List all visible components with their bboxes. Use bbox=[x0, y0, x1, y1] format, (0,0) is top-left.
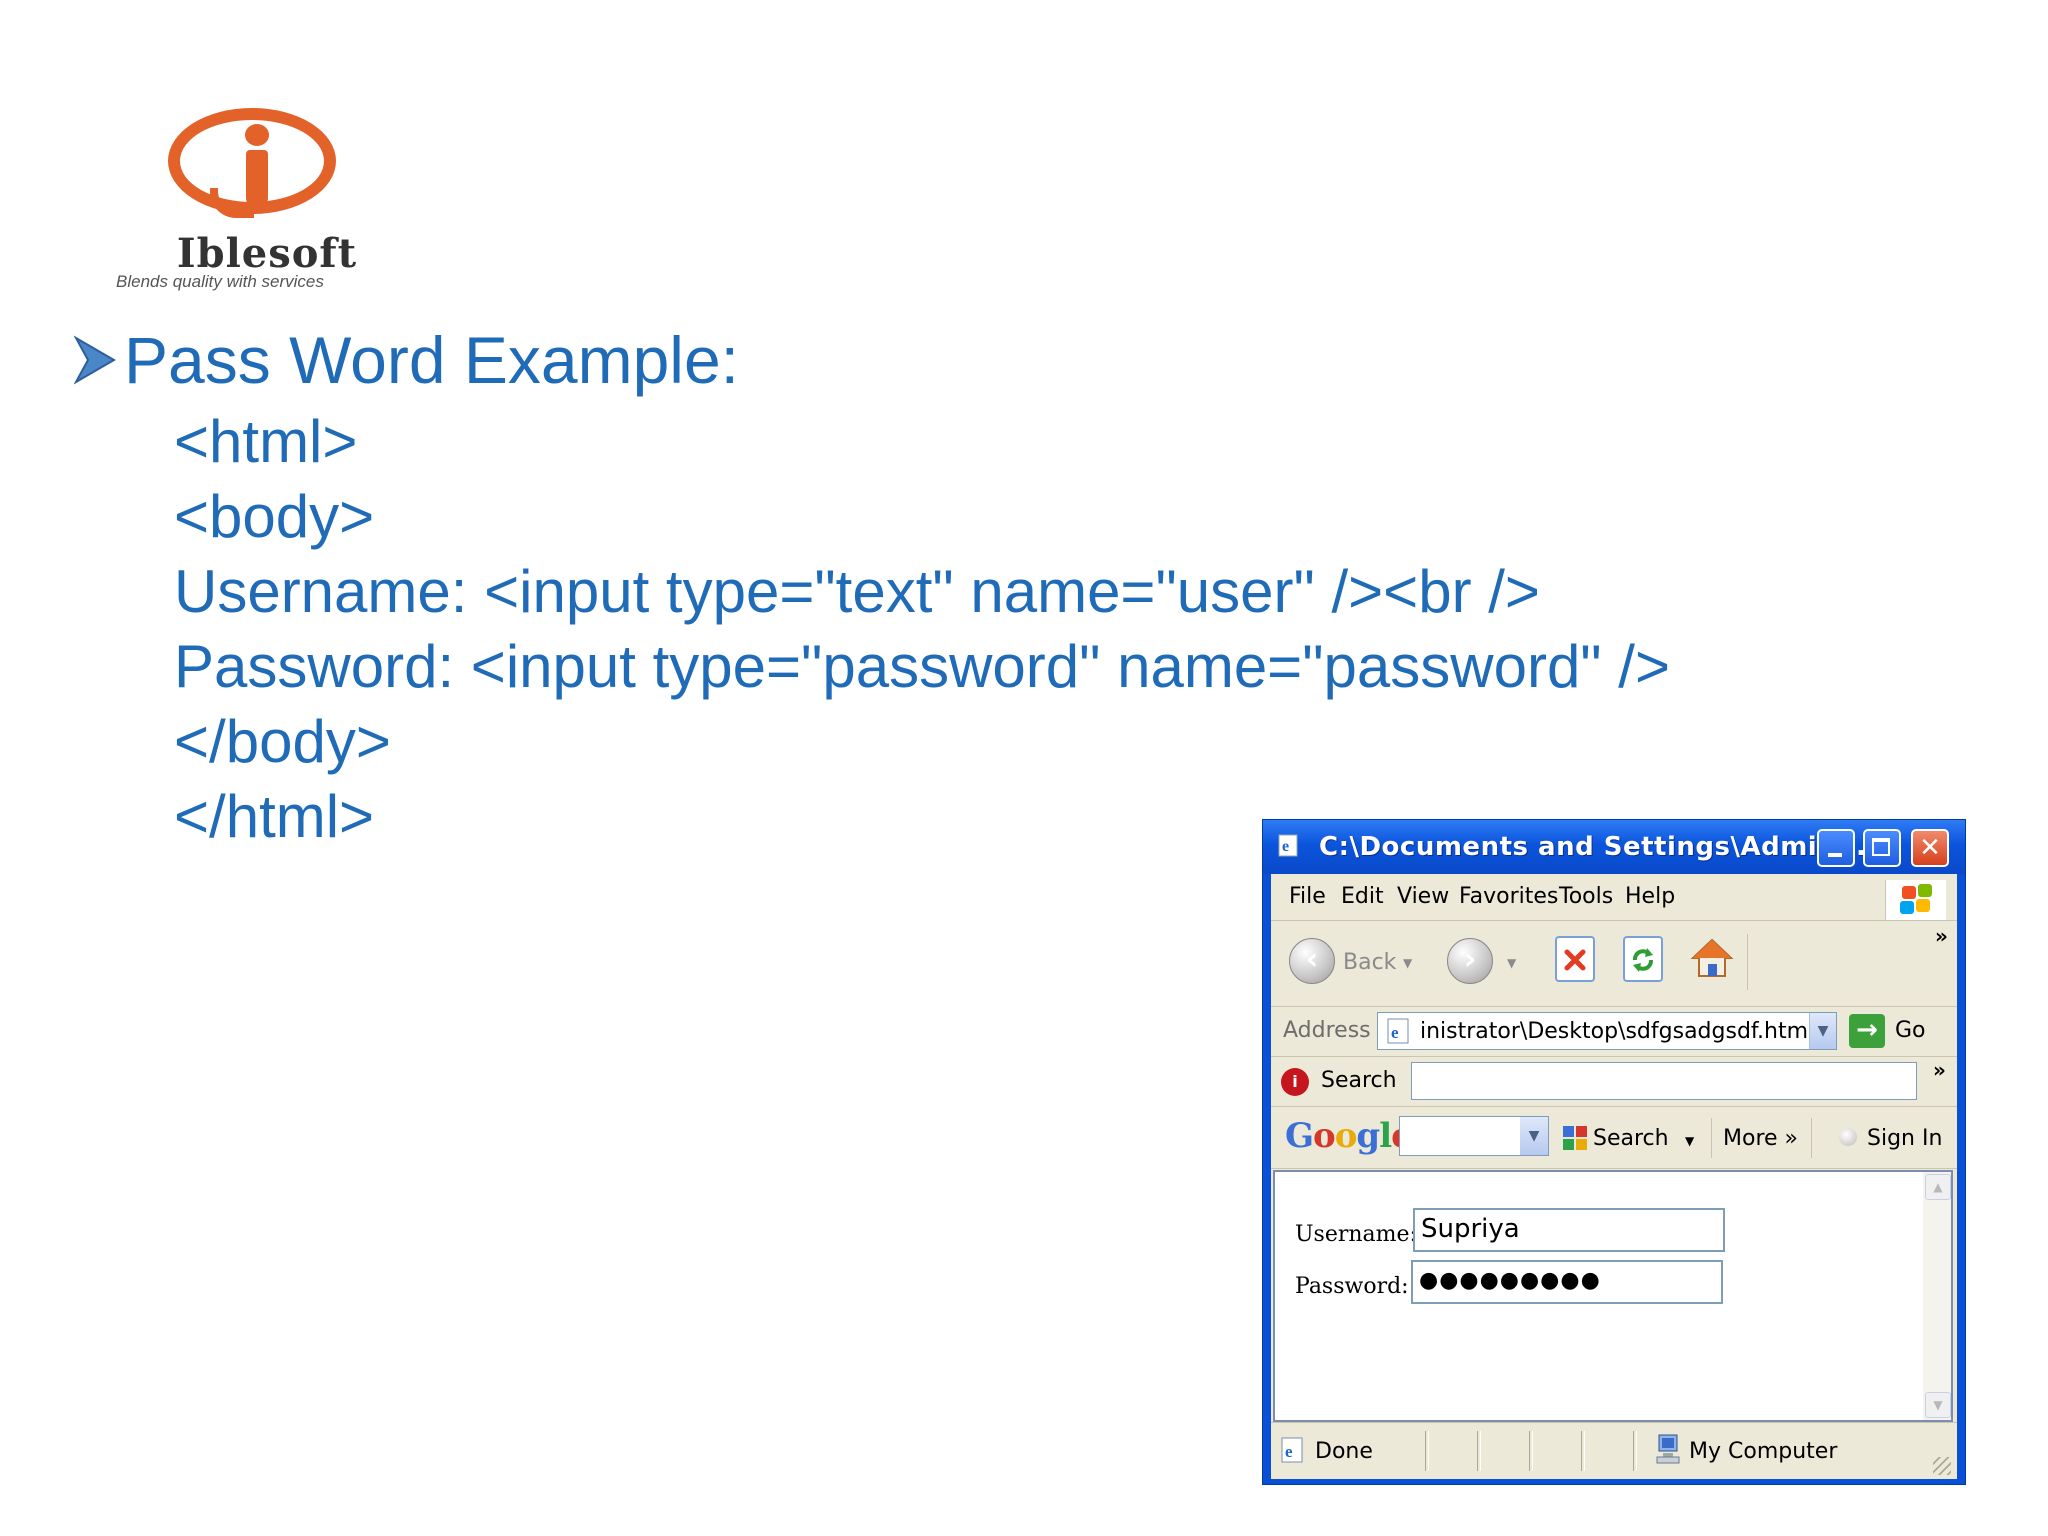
close-button[interactable]: ✕ bbox=[1911, 829, 1949, 867]
google-more-label[interactable]: More » bbox=[1723, 1126, 1798, 1151]
maximize-button[interactable] bbox=[1863, 829, 1901, 867]
status-separator bbox=[1529, 1431, 1533, 1471]
iblesoft-logo: Iblesoft Blends quality with services bbox=[112, 102, 452, 302]
menu-view[interactable]: View bbox=[1397, 884, 1449, 909]
windows-flag-icon bbox=[1885, 880, 1946, 920]
code-block: <html> <body> Username: <input type="tex… bbox=[174, 404, 1670, 854]
vertical-scrollbar[interactable]: ▲ ▼ bbox=[1923, 1172, 1951, 1420]
window-title: C:\Documents and Settings\Admini... bbox=[1319, 832, 1877, 862]
username-input[interactable]: Supriya bbox=[1413, 1208, 1725, 1252]
code-line: <body> bbox=[174, 483, 375, 550]
status-separator bbox=[1477, 1431, 1481, 1471]
google-combo-dropdown-icon[interactable]: ▼ bbox=[1520, 1117, 1548, 1155]
search-label[interactable]: Search bbox=[1321, 1068, 1397, 1093]
status-zone: My Computer bbox=[1689, 1439, 1838, 1464]
address-input[interactable]: e inistrator\Desktop\sdfgsadgsdf.html ▼ bbox=[1377, 1012, 1837, 1050]
address-bar: Address e inistrator\Desktop\sdfgsadgsdf… bbox=[1271, 1006, 1957, 1057]
search-more-chevron[interactable]: » bbox=[1933, 1058, 1946, 1082]
search-input[interactable] bbox=[1411, 1062, 1917, 1100]
address-dropdown-icon[interactable]: ▼ bbox=[1809, 1013, 1836, 1049]
code-line: Password: <input type="password" name="p… bbox=[174, 633, 1670, 700]
bullet-arrow-icon bbox=[74, 335, 116, 385]
svg-text:e: e bbox=[1391, 1023, 1399, 1042]
code-line: <html> bbox=[174, 408, 358, 475]
logo-tagline: Blends quality with services bbox=[116, 272, 324, 291]
google-search-combo[interactable]: ▼ bbox=[1399, 1116, 1549, 1156]
google-toolbar: Google ▼ Search ▼ More » Sign In bbox=[1271, 1106, 1957, 1169]
back-arrow-icon[interactable]: ‹ bbox=[1289, 938, 1335, 984]
close-icon: ✕ bbox=[1919, 833, 1941, 863]
status-separator bbox=[1425, 1431, 1429, 1471]
title-bar[interactable]: e C:\Documents and Settings\Admini... ✕ bbox=[1263, 820, 1965, 874]
menu-tools[interactable]: Tools bbox=[1559, 884, 1613, 909]
logo-name: Iblesoft bbox=[176, 230, 358, 277]
resize-grip[interactable] bbox=[1933, 1457, 1951, 1475]
google-sign-in-label[interactable]: Sign In bbox=[1867, 1126, 1942, 1151]
my-computer-icon bbox=[1656, 1434, 1680, 1464]
code-line: </body> bbox=[174, 708, 391, 775]
scroll-down-icon[interactable]: ▼ bbox=[1925, 1392, 1951, 1418]
svg-text:e: e bbox=[1285, 1442, 1293, 1461]
flag-green bbox=[1918, 884, 1932, 897]
standard-toolbar: ‹ Back ▼ › ▼ » bbox=[1271, 920, 1957, 1007]
password-input[interactable]: ●●●●●●●●● bbox=[1411, 1260, 1723, 1304]
menu-favorites[interactable]: Favorites bbox=[1459, 884, 1558, 909]
address-value: inistrator\Desktop\sdfgsadgsdf.html bbox=[1420, 1019, 1815, 1044]
menu-help[interactable]: Help bbox=[1625, 884, 1675, 909]
menu-edit[interactable]: Edit bbox=[1341, 884, 1384, 909]
password-label: Password: bbox=[1295, 1274, 1409, 1299]
flag-red bbox=[1902, 886, 1916, 899]
logo-dot bbox=[245, 124, 269, 146]
status-bar: e Done My Computer bbox=[1271, 1422, 1957, 1479]
page-icon: e bbox=[1387, 1018, 1409, 1044]
go-label[interactable]: Go bbox=[1895, 1018, 1926, 1043]
search-provider-icon: i bbox=[1281, 1068, 1309, 1096]
google-separator bbox=[1711, 1118, 1712, 1158]
code-line: Username: <input type="text" name="user"… bbox=[174, 558, 1540, 625]
stop-glyph bbox=[1564, 949, 1586, 971]
slide: Iblesoft Blends quality with services Pa… bbox=[0, 0, 2048, 1536]
go-arrow-icon[interactable]: → bbox=[1849, 1014, 1885, 1048]
status-page-icon: e bbox=[1281, 1437, 1303, 1463]
slide-heading: Pass Word Example: bbox=[74, 322, 739, 398]
menu-bar: File Edit View Favorites Tools Help bbox=[1271, 874, 1957, 921]
forward-dropdown-icon[interactable]: ▼ bbox=[1507, 956, 1516, 970]
scroll-up-icon[interactable]: ▲ bbox=[1925, 1174, 1951, 1200]
home-icon[interactable] bbox=[1689, 936, 1734, 982]
ie-icon: e bbox=[1278, 834, 1298, 857]
google-search-dropdown-icon[interactable]: ▼ bbox=[1685, 1134, 1694, 1148]
forward-arrow-icon[interactable]: › bbox=[1447, 938, 1493, 984]
status-separator bbox=[1581, 1431, 1585, 1471]
minimize-button[interactable] bbox=[1817, 829, 1855, 867]
back-dropdown-icon[interactable]: ▼ bbox=[1403, 956, 1412, 970]
flag-yellow bbox=[1916, 899, 1930, 912]
username-label: Username: bbox=[1295, 1222, 1417, 1247]
heading-text: Pass Word Example: bbox=[124, 323, 740, 397]
browser-window: e C:\Documents and Settings\Admini... ✕ … bbox=[1262, 819, 1966, 1485]
search-toolbar: i Search » bbox=[1271, 1056, 1957, 1107]
google-separator bbox=[1811, 1118, 1812, 1158]
address-label: Address bbox=[1283, 1018, 1371, 1043]
status-text: Done bbox=[1315, 1439, 1373, 1464]
page-viewport: Username: Supriya Password: ●●●●●●●●● ▲ … bbox=[1273, 1170, 1953, 1422]
menu-file[interactable]: File bbox=[1289, 884, 1326, 909]
google-logo: Google bbox=[1285, 1116, 1413, 1156]
refresh-glyph bbox=[1633, 948, 1653, 972]
browser-client: File Edit View Favorites Tools Help ‹ Ba… bbox=[1271, 874, 1957, 1479]
google-search-label[interactable]: Search bbox=[1593, 1126, 1669, 1151]
toolbar-more-chevron[interactable]: » bbox=[1935, 924, 1948, 948]
flag-blue bbox=[1900, 901, 1914, 914]
back-label[interactable]: Back bbox=[1343, 950, 1396, 975]
sign-in-icon bbox=[1839, 1128, 1857, 1146]
stop-icon[interactable] bbox=[1555, 936, 1595, 982]
toolbar-separator bbox=[1747, 934, 1748, 990]
refresh-icon[interactable] bbox=[1623, 936, 1663, 982]
status-separator bbox=[1633, 1431, 1637, 1471]
svg-text:e: e bbox=[1282, 838, 1289, 855]
home-glyph bbox=[1690, 938, 1734, 977]
logo-hook bbox=[210, 188, 254, 218]
google-search-icon[interactable] bbox=[1561, 1124, 1589, 1152]
